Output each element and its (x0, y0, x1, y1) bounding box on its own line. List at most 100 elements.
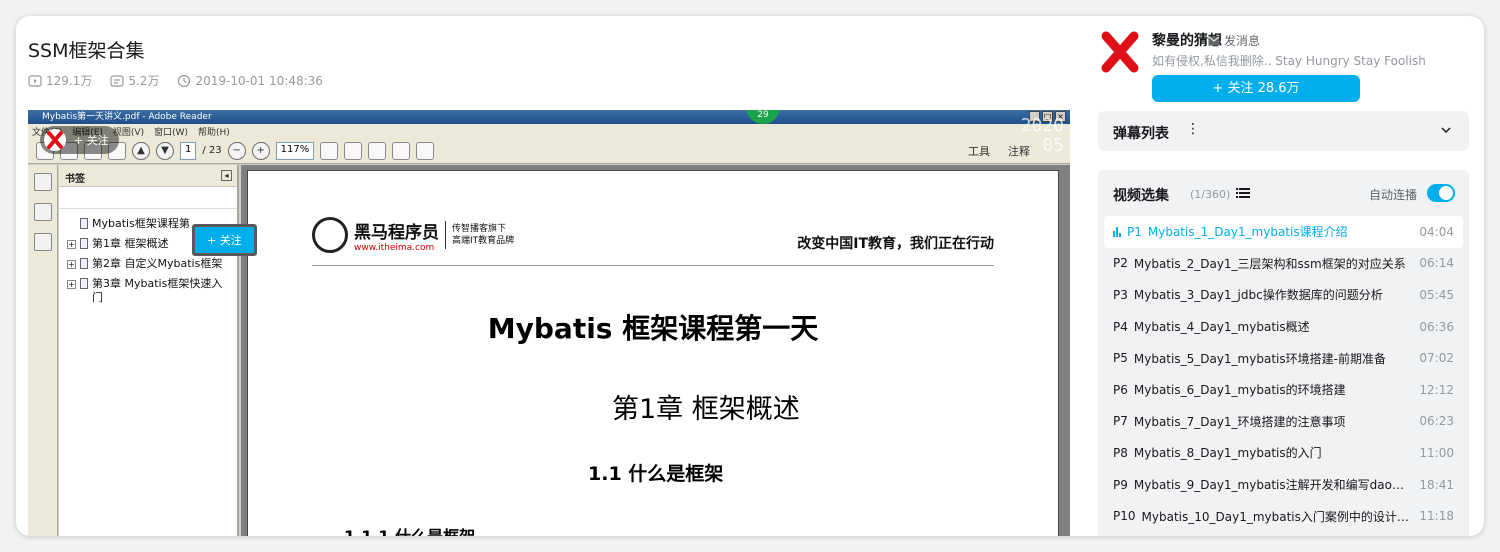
logo-subtitle: 传智播客旗下 高端IT教育品牌 (452, 223, 514, 247)
uploader-description: 如有侵权,私信我删除.. Stay Hungry Stay Foolish (1152, 54, 1426, 68)
episode-duration: 11:00 (1419, 445, 1454, 460)
autoplay-label: 自动连播 (1368, 188, 1417, 202)
episode-duration: 06:23 (1419, 414, 1454, 429)
episode-title: Mybatis_8_Day1_mybatis的入门 (1133, 446, 1322, 461)
bookmark-page-icon (80, 218, 88, 229)
logo-sub-line1: 传智播客旗下 (452, 224, 507, 234)
bookmark-page-icon (80, 258, 88, 269)
play-count-icon (28, 74, 42, 87)
episode-number: P4 (1113, 319, 1128, 334)
bookmarks-close-icon: ◂ (221, 170, 232, 181)
danmaku-list-toggle[interactable]: 弹幕列表 ⋮ (1098, 111, 1469, 151)
fit-width-icon (344, 141, 363, 160)
bookmark-label: Mybatis框架课程第 (92, 217, 190, 230)
zoom-out-icon: − (227, 141, 246, 160)
pages-icon (34, 173, 52, 191)
episode-number: P2 (1113, 256, 1128, 271)
overlay-watermark: 2020 05 (1021, 116, 1064, 156)
video-meta: 129.1万 5.2万 2019-10-01 10:48:36 (28, 72, 323, 89)
playlist-title: 视频选集 (1113, 188, 1169, 204)
logo-name: 黑马程序员 (354, 222, 439, 243)
chevron-down-icon[interactable] (1439, 123, 1453, 137)
follow-popup-button[interactable]: + 关注 (192, 224, 257, 256)
zoom-in-icon: + (251, 141, 270, 160)
overlay-date-text: 2020 (1020, 115, 1064, 136)
episode-playlist: 视频选集 (1/360) 自动连播 P1 Mybatis_1_Day1_mybat… (1098, 170, 1469, 536)
episode-duration: 06:36 (1419, 319, 1454, 334)
player-uploader-badge[interactable]: + 关注 (40, 126, 119, 154)
clock-icon (178, 74, 191, 87)
page-down-icon: ▼ (156, 141, 174, 160)
episode-title: Mybatis_10_Day1_mybatis入门案例中的设计模... (1141, 509, 1412, 524)
bookmark-page-icon (80, 278, 88, 289)
reader-menu-bar: 文件(F) 编辑(E) 视图(V) 窗口(W) 帮助(H) (28, 124, 1070, 138)
episode-number: P8 (1113, 445, 1128, 460)
comment-icon (368, 141, 387, 160)
badge-follow-label: + 关注 (74, 134, 109, 147)
danmaku-more-icon[interactable]: ⋮ (1186, 121, 1200, 137)
episode-item[interactable]: P1 Mybatis_1_Day1_mybatis课程介绍 04:04 (1104, 216, 1463, 248)
bookmark-page-icon (80, 238, 88, 249)
episode-number: P9 (1113, 477, 1128, 492)
episode-duration: 04:04 (1419, 224, 1454, 239)
episode-item[interactable]: P3 Mybatis_3_Day1_jdbc操作数据库的问题分析 05:45 (1098, 279, 1469, 311)
episode-item[interactable]: P9 Mybatis_9_Day1_mybatis注解开发和编写dao实... 18… (1098, 469, 1469, 501)
episode-duration: 05:45 (1419, 287, 1454, 302)
logo-horse-icon (312, 217, 348, 253)
reader-left-rail (28, 165, 58, 536)
send-message-link[interactable]: 发消息 (1208, 32, 1260, 49)
list-view-icon[interactable] (1236, 187, 1250, 199)
episode-title: Mybatis_6_Day1_mybatis的环境搭建 (1133, 383, 1346, 398)
menu-window: 窗口(W) (154, 127, 189, 138)
episode-number: P3 (1113, 287, 1128, 302)
danmaku-count-icon (110, 74, 124, 87)
expand-plus-icon: + (67, 280, 76, 289)
episode-item[interactable]: P5 Mybatis_5_Day1_mybatis环境搭建-前期准备 07:02 (1098, 342, 1469, 374)
episode-duration: 06:14 (1419, 256, 1454, 271)
episode-item[interactable]: P10 Mybatis_10_Day1_mybatis入门案例中的设计模... 11… (1098, 500, 1469, 532)
bookmark-label: 第2章 自定义Mybatis框架 (92, 257, 223, 270)
header-rule (312, 265, 994, 266)
bookmark-item: + 第3章 Mybatis框架快速入门 (67, 277, 233, 305)
episode-duration: 11:18 (1419, 509, 1454, 524)
episode-duration: 07:02 (1419, 351, 1454, 366)
views-count: 129.1万 (46, 74, 93, 88)
follow-button[interactable]: + 关注 28.6万 (1152, 75, 1360, 102)
episode-title: Mybatis_4_Day1_mybatis概述 (1133, 320, 1310, 335)
doc-slogan: 改变中国IT教育，我们正在行动 (797, 236, 994, 252)
doc-heading-1: Mybatis 框架课程第一天 (487, 312, 819, 345)
episode-number: P7 (1113, 414, 1128, 429)
send-message-label: 发消息 (1224, 34, 1261, 48)
bookmarks-header: 书签 ◂ (59, 165, 237, 187)
fit-page-icon (320, 141, 339, 160)
publish-date-stat: 2019-10-01 10:48:36 (177, 73, 323, 88)
bookmark-label: 第1章 框架概述 (92, 237, 169, 250)
autoplay-toggle[interactable] (1427, 184, 1455, 202)
danmaku-list-label: 弹幕列表 (1113, 126, 1169, 142)
bookmarks-toolbar (59, 187, 237, 209)
zoom-level-box: 117% (275, 141, 315, 160)
episode-title: Mybatis_5_Day1_mybatis环境搭建-前期准备 (1133, 351, 1386, 366)
uploader-avatar[interactable] (1098, 30, 1142, 74)
logo-separator (445, 221, 446, 249)
pdf-page: 黑马程序员 www.itheima.com 传智播客旗下 高端IT教育品牌 改变… (247, 170, 1059, 536)
episode-item[interactable]: P8 Mybatis_8_Day1_mybatis的入门 11:00 (1098, 437, 1469, 469)
publish-date: 2019-10-01 10:48:36 (195, 73, 323, 88)
bookmark-item: + 第2章 自定义Mybatis框架 (67, 257, 233, 271)
document-viewport: 黑马程序员 www.itheima.com 传智播客旗下 高端IT教育品牌 改变… (241, 165, 1070, 536)
doc-heading-3: 1.1 什么是框架 (588, 463, 724, 485)
bookmark-icon (34, 203, 52, 221)
episode-title: Mybatis_3_Day1_jdbc操作数据库的问题分析 (1133, 288, 1383, 303)
itheima-logo: 黑马程序员 www.itheima.com 传智播客旗下 高端IT教育品牌 (312, 217, 514, 253)
logo-sub-line2: 高端IT教育品牌 (452, 236, 515, 246)
episode-number: P1 (1127, 224, 1142, 239)
video-player[interactable]: Mybatis第一天讲义.pdf - Adobe Reader _ □ × 文件… (28, 110, 1070, 536)
episode-item[interactable]: P2 Mybatis_2_Day1_三层架构和ssm框架的对应关系 06:14 (1098, 248, 1469, 280)
logo-url: www.itheima.com (354, 242, 435, 253)
reader-toolbar: ▲ ▼ 1 / 23 − + 117% (28, 138, 1070, 164)
episode-item[interactable]: P4 Mybatis_4_Day1_mybatis概述 06:36 (1098, 311, 1469, 343)
page-number-box: 1 (180, 141, 197, 160)
episode-item[interactable]: P6 Mybatis_6_Day1_mybatis的环境搭建 12:12 (1098, 374, 1469, 406)
episode-item[interactable]: P7 Mybatis_7_Day1_环境搭建的注意事项 06:23 (1098, 406, 1469, 438)
episode-title: Mybatis_2_Day1_三层架构和ssm框架的对应关系 (1133, 256, 1406, 271)
